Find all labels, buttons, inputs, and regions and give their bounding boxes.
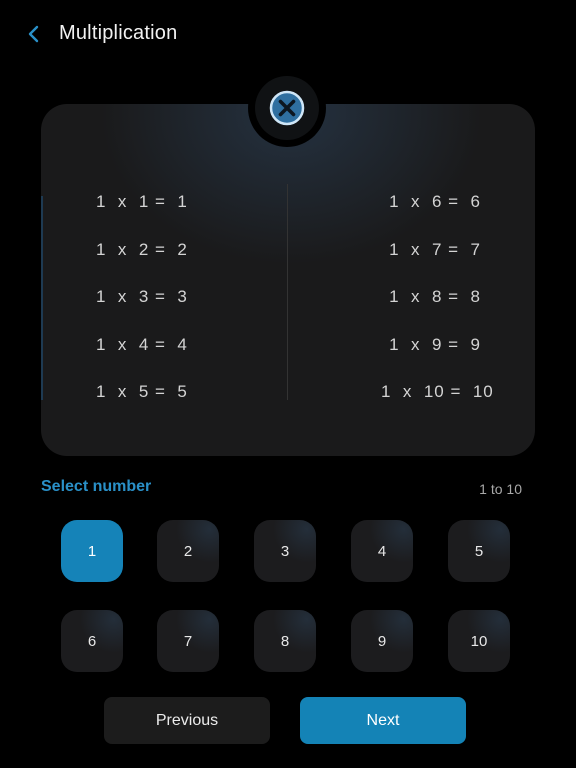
number-button-9[interactable]: 9: [351, 610, 413, 672]
equation-row: 1 x 1 = 1: [96, 192, 188, 211]
number-button-7[interactable]: 7: [157, 610, 219, 672]
close-circle-icon: [269, 90, 305, 126]
number-button-8[interactable]: 8: [254, 610, 316, 672]
number-button-5[interactable]: 5: [448, 520, 510, 582]
number-button-10[interactable]: 10: [448, 610, 510, 672]
equation-row: 1 x 9 = 9: [389, 334, 481, 354]
equation-row: 1 x 3 = 3: [96, 287, 188, 306]
close-button[interactable]: [255, 76, 319, 140]
equation-row: 1 x 2 = 2: [96, 239, 188, 259]
equation-row: 1 x 6 = 6: [389, 192, 481, 211]
chevron-left-icon: [28, 25, 39, 43]
next-button[interactable]: Next: [300, 697, 466, 744]
equation-row: 1 x 8 = 8: [389, 287, 481, 306]
number-button-1[interactable]: 1: [61, 520, 123, 582]
page-title: Multiplication: [59, 22, 178, 44]
previous-button[interactable]: Previous: [104, 697, 270, 744]
table-column-right: 1 x 6 = 6 1 x 7 = 7 1 x 8 = 8 1 x 9 = 9 …: [381, 184, 494, 422]
equation-row: 1 x 10 = 10: [381, 382, 494, 401]
header: Multiplication: [0, 0, 576, 68]
number-button-3[interactable]: 3: [254, 520, 316, 582]
equation-row: 1 x 4 = 4: [96, 334, 188, 354]
column-divider: [287, 184, 288, 400]
equation-row: 1 x 7 = 7: [389, 239, 481, 259]
range-label: 1 to 10: [479, 481, 522, 497]
multiplication-table-card: 1 x 1 = 1 1 x 2 = 2 1 x 3 = 3 1 x 4 = 4 …: [41, 104, 535, 456]
number-button-2[interactable]: 2: [157, 520, 219, 582]
equation-row: 1 x 5 = 5: [96, 382, 188, 401]
close-button-ring: [248, 69, 326, 147]
number-button-6[interactable]: 6: [61, 610, 123, 672]
select-number-label: Select number: [41, 478, 152, 495]
card-accent-line: [41, 196, 43, 400]
back-button[interactable]: [22, 20, 48, 48]
table-column-left: 1 x 1 = 1 1 x 2 = 2 1 x 3 = 3 1 x 4 = 4 …: [96, 184, 188, 422]
number-button-4[interactable]: 4: [351, 520, 413, 582]
